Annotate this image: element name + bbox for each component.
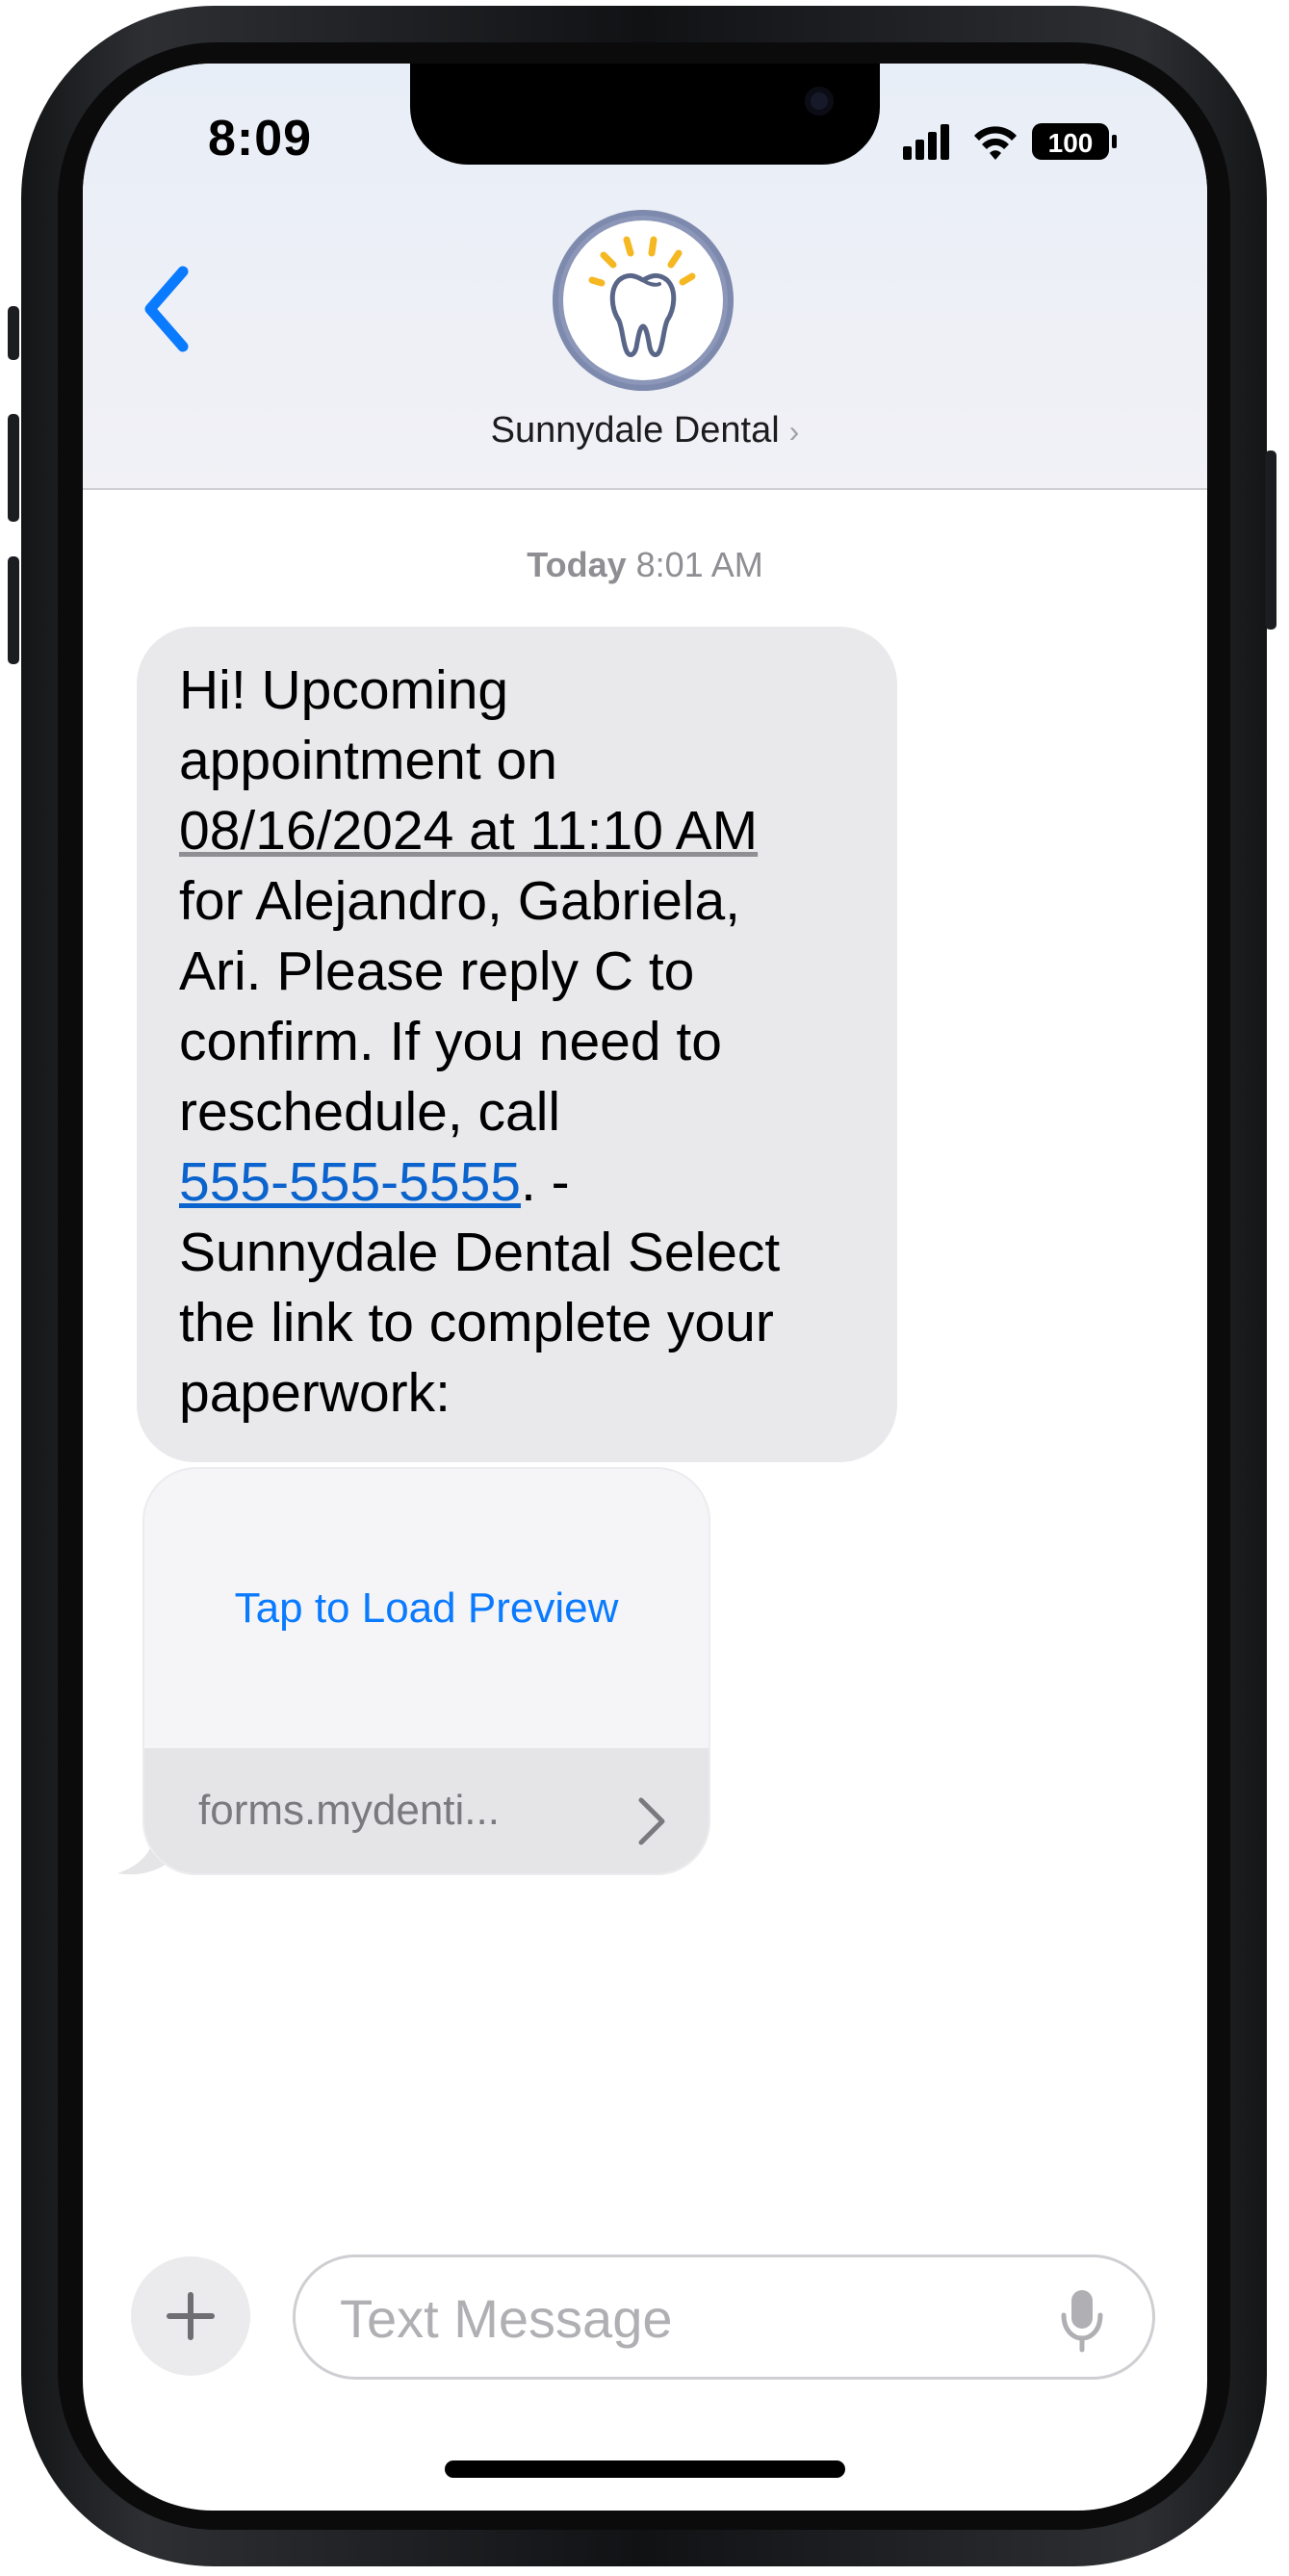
tap-to-load-preview[interactable]: Tap to Load Preview (144, 1469, 709, 1748)
timestamp-day: Today (527, 545, 627, 584)
preview-url: forms.mydenti... (144, 1748, 709, 1873)
phone-number-link[interactable]: 555-555-5555 (179, 1151, 521, 1213)
message-line: Sunnydale Dental Select (179, 1222, 781, 1283)
contact-name: Sunnydale Dental (490, 410, 780, 451)
chevron-right-icon: › (788, 414, 800, 449)
message-line: paperwork: (179, 1362, 451, 1424)
chevron-left-icon (144, 266, 189, 352)
phone-screen: 8:09 100 Sunnydale Dental › Today 8:01 A… (83, 64, 1207, 2511)
contact-name-button[interactable]: Sunnydale Dental › (83, 410, 1207, 451)
message-input[interactable] (338, 2279, 1016, 2357)
message-line: confirm. If you need to (179, 1011, 722, 1072)
chevron-right-icon (638, 1797, 665, 1845)
avatar-inner (558, 216, 728, 385)
home-indicator[interactable] (445, 2460, 845, 2478)
battery-icon: 100 (1032, 123, 1117, 160)
message-line: Ari. Please reply C to (179, 940, 695, 1002)
timestamp-time: 8:01 AM (635, 545, 763, 584)
tooth-icon (588, 236, 696, 357)
contact-avatar[interactable] (553, 210, 734, 391)
plus-icon (167, 2292, 215, 2340)
action-button (8, 306, 19, 360)
back-button[interactable] (131, 256, 208, 362)
status-icons: 100 (903, 123, 1117, 160)
dynamic-island (410, 64, 880, 165)
microphone-icon[interactable] (1058, 2286, 1106, 2354)
front-camera (805, 87, 834, 116)
message-line: for Alejandro, Gabriela, (179, 870, 740, 932)
status-time: 8:09 (208, 111, 313, 167)
volume-up-button (8, 414, 19, 522)
message-timestamp: Today 8:01 AM (83, 545, 1207, 585)
appointment-date-link[interactable]: 08/16/2024 at 11:10 AM (179, 800, 758, 862)
svg-text:100: 100 (1048, 128, 1094, 158)
incoming-message-bubble[interactable]: Hi! Upcoming appointment on 08/16/2024 a… (137, 627, 897, 1462)
conversation-header: 8:09 100 Sunnydale Dental › (83, 64, 1207, 490)
volume-down-button (8, 556, 19, 664)
link-preview-card[interactable]: Tap to Load Preview forms.mydenti... (142, 1467, 710, 1875)
message-line: appointment on (179, 730, 557, 791)
wifi-icon (974, 126, 1017, 160)
message-line: Hi! Upcoming (179, 659, 509, 721)
message-text: . - (520, 1151, 570, 1213)
message-line: the link to complete your (179, 1292, 774, 1353)
message-line: reschedule, call (179, 1081, 561, 1143)
message-input-container[interactable] (293, 2254, 1155, 2380)
apps-plus-button[interactable] (131, 2256, 250, 2376)
power-button (1265, 451, 1276, 630)
cellular-signal-icon (903, 124, 949, 160)
